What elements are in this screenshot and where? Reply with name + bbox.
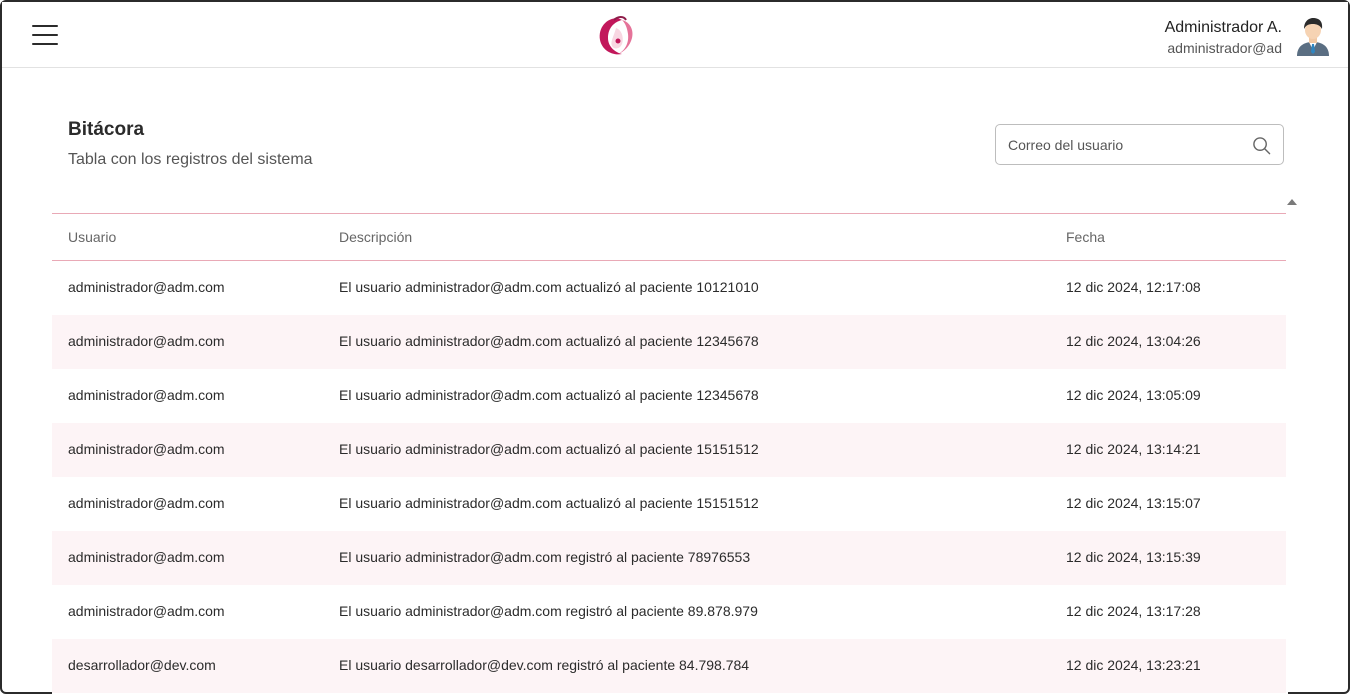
search-field[interactable] <box>995 124 1284 165</box>
cell-fecha: 12 dic 2024, 12:17:08 <box>1066 279 1201 295</box>
top-bar: Administrador A. administrador@ad <box>2 2 1348 68</box>
user-avatar-icon[interactable] <box>1294 16 1332 56</box>
column-header-descripcion[interactable]: Descripción <box>339 229 412 245</box>
cell-usuario: administrador@adm.com <box>68 549 225 565</box>
user-email: administrador@ad <box>1167 40 1282 56</box>
page-title: Bitácora <box>68 119 145 140</box>
column-header-fecha[interactable]: Fecha <box>1066 229 1105 245</box>
table-header: Usuario Descripción Fecha <box>52 213 1286 261</box>
log-table: Usuario Descripción Fecha administrador@… <box>52 213 1286 693</box>
table-row[interactable]: administrador@adm.com El usuario adminis… <box>52 585 1286 639</box>
cell-usuario: administrador@adm.com <box>68 495 225 511</box>
search-input[interactable] <box>1008 135 1238 155</box>
cell-descripcion: El usuario administrador@adm.com actuali… <box>339 495 759 511</box>
cell-usuario: administrador@adm.com <box>68 387 225 403</box>
cell-descripcion: El usuario administrador@adm.com actuali… <box>339 441 759 457</box>
app-logo[interactable] <box>592 14 640 58</box>
table-row[interactable]: administrador@adm.com El usuario adminis… <box>52 261 1286 315</box>
table-row[interactable]: administrador@adm.com El usuario adminis… <box>52 315 1286 369</box>
table-row[interactable]: desarrollador@dev.com El usuario desarro… <box>52 639 1286 693</box>
cell-descripcion: El usuario administrador@adm.com registr… <box>339 603 758 619</box>
cell-fecha: 12 dic 2024, 13:14:21 <box>1066 441 1201 457</box>
cell-usuario: administrador@adm.com <box>68 333 225 349</box>
cell-fecha: 12 dic 2024, 13:05:09 <box>1066 387 1201 403</box>
user-info[interactable]: Administrador A. administrador@ad <box>1165 18 1282 58</box>
search-icon[interactable] <box>1252 136 1271 155</box>
page-subtitle: Tabla con los registros del sistema <box>68 151 313 168</box>
menu-hamburger-icon[interactable] <box>30 22 60 48</box>
cell-usuario: administrador@adm.com <box>68 441 225 457</box>
cell-descripcion: El usuario administrador@adm.com registr… <box>339 549 751 565</box>
cell-descripcion: El usuario administrador@adm.com actuali… <box>339 333 759 349</box>
table-row[interactable]: administrador@adm.com El usuario adminis… <box>52 531 1286 585</box>
table-row[interactable]: administrador@adm.com El usuario adminis… <box>52 423 1286 477</box>
cell-fecha: 12 dic 2024, 13:04:26 <box>1066 333 1201 349</box>
cell-descripcion: El usuario administrador@adm.com actuali… <box>339 387 759 403</box>
cell-usuario: desarrollador@dev.com <box>68 657 216 673</box>
cell-fecha: 12 dic 2024, 13:15:39 <box>1066 549 1201 565</box>
cell-usuario: administrador@adm.com <box>68 603 225 619</box>
cell-fecha: 12 dic 2024, 13:23:21 <box>1066 657 1201 673</box>
sort-up-icon[interactable] <box>1287 199 1297 205</box>
cell-fecha: 12 dic 2024, 13:15:07 <box>1066 495 1201 511</box>
table-row[interactable]: administrador@adm.com El usuario adminis… <box>52 369 1286 423</box>
cell-fecha: 12 dic 2024, 13:17:28 <box>1066 603 1201 619</box>
cell-descripcion: El usuario administrador@adm.com actuali… <box>339 279 759 295</box>
cell-descripcion: El usuario desarrollador@dev.com registr… <box>339 657 750 673</box>
cell-usuario: administrador@adm.com <box>68 279 225 295</box>
table-row[interactable]: administrador@adm.com El usuario adminis… <box>52 477 1286 531</box>
user-name: Administrador A. <box>1164 19 1282 36</box>
column-header-usuario[interactable]: Usuario <box>68 229 116 245</box>
